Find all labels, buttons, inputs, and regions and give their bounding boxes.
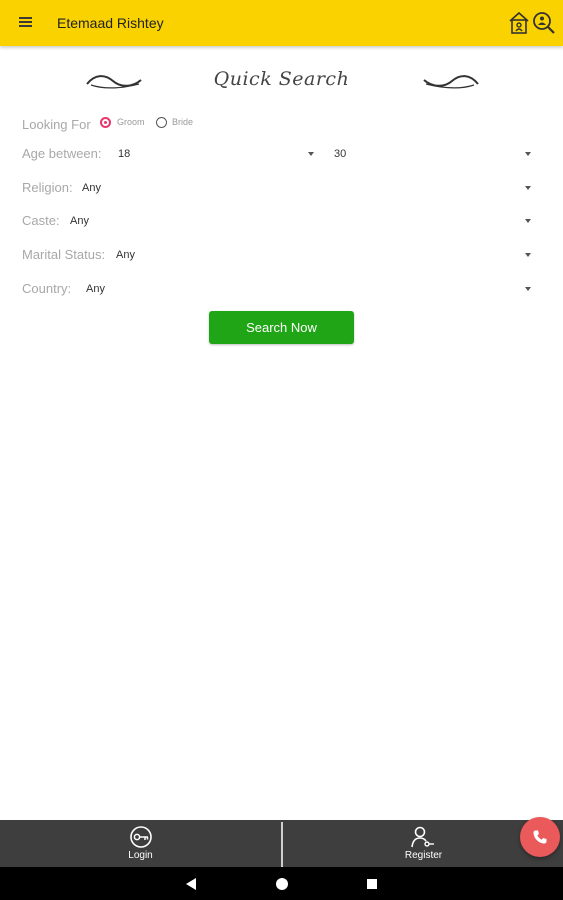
religion-label: Religion: — [22, 180, 73, 195]
looking-for-label: Looking For — [22, 117, 91, 132]
chevron-down-icon[interactable] — [525, 253, 531, 257]
login-button[interactable]: Login — [0, 820, 281, 867]
search-user-icon[interactable] — [531, 9, 557, 37]
system-nav-bar — [0, 867, 563, 900]
app-bar: Etemaad Rishtey — [0, 0, 563, 46]
back-icon[interactable] — [185, 877, 197, 891]
caste-label: Caste: — [22, 213, 60, 228]
bride-radio-label[interactable]: Bride — [172, 117, 193, 127]
country-row: Country: Any — [22, 278, 542, 302]
caste-row: Caste: Any — [22, 210, 542, 234]
marital-status-row: Marital Status: Any — [22, 244, 542, 268]
age-from-value[interactable]: 18 — [118, 148, 130, 160]
hamburger-menu-icon[interactable] — [14, 11, 38, 35]
right-flourish-icon — [423, 75, 479, 89]
login-key-icon — [130, 826, 152, 848]
groom-radio-label[interactable]: Groom — [117, 117, 145, 127]
search-now-button[interactable]: Search Now — [209, 311, 354, 344]
bride-radio[interactable] — [156, 117, 167, 128]
quick-search-heading: Quick Search — [0, 64, 563, 98]
register-label: Register — [404, 850, 443, 861]
age-row: Age between: 18 30 — [22, 143, 542, 167]
groom-radio[interactable] — [100, 117, 111, 128]
app-title: Etemaad Rishtey — [57, 15, 164, 31]
chevron-down-icon[interactable] — [525, 152, 531, 156]
home-icon[interactable] — [275, 877, 289, 891]
login-label: Login — [128, 850, 153, 861]
religion-select[interactable]: Any — [82, 182, 101, 194]
phone-icon — [533, 830, 547, 844]
caste-select[interactable]: Any — [70, 215, 89, 227]
chevron-down-icon[interactable] — [525, 219, 531, 223]
marital-status-label: Marital Status: — [22, 247, 106, 262]
country-label: Country: — [22, 281, 72, 296]
age-label: Age between: — [22, 146, 102, 161]
chevron-down-icon[interactable] — [308, 152, 314, 156]
country-select[interactable]: Any — [86, 283, 105, 295]
register-user-icon — [411, 826, 434, 848]
age-to-value[interactable]: 30 — [334, 148, 346, 160]
chevron-down-icon[interactable] — [525, 186, 531, 190]
marital-status-select[interactable]: Any — [116, 249, 135, 261]
religion-row: Religion: Any — [22, 177, 542, 201]
lock-profile-icon[interactable] — [506, 9, 532, 37]
recents-icon[interactable] — [366, 878, 378, 890]
looking-for-row: Looking For Groom Bride — [22, 114, 542, 138]
bottom-nav-bar: Login Register — [0, 820, 563, 867]
chevron-down-icon[interactable] — [525, 287, 531, 291]
call-fab-button[interactable] — [520, 817, 560, 857]
